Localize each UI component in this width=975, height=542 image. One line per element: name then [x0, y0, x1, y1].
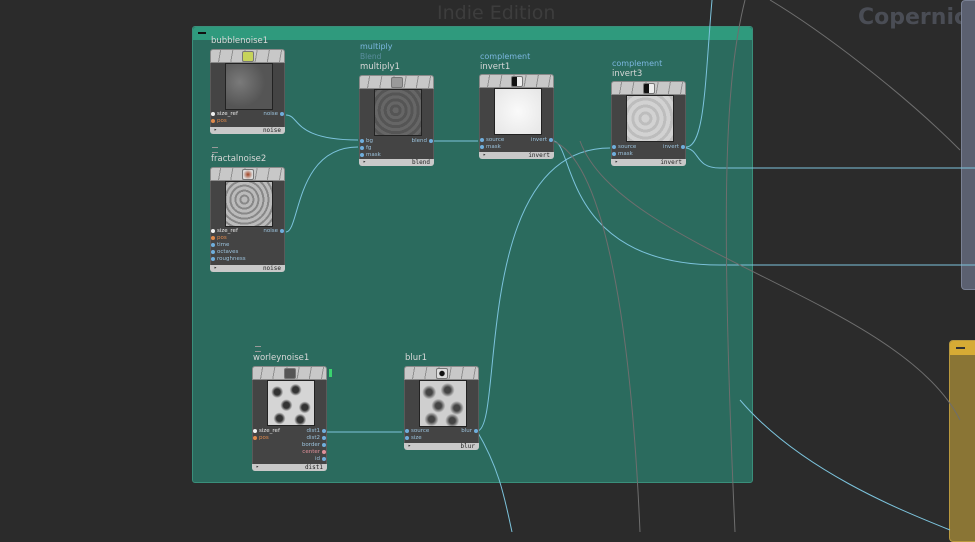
- node-name[interactable]: invert1: [480, 62, 510, 72]
- wire-invert3-to-right: [685, 147, 975, 169]
- node-bubblenoise1[interactable]: bubblenoise1 size_ref pos noise noise: [210, 36, 285, 136]
- node-name[interactable]: multiply1: [360, 62, 400, 72]
- node-name[interactable]: invert3: [612, 69, 642, 79]
- comment-icon: [255, 346, 261, 352]
- output-blend[interactable]: blend: [412, 138, 433, 144]
- input-size-ref[interactable]: size_ref: [211, 111, 238, 117]
- wire-blur-to-invert3: [476, 147, 611, 432]
- node-header[interactable]: [611, 81, 686, 95]
- node-body[interactable]: size_ref pos time octaves roughness nois…: [210, 181, 285, 266]
- output-noise[interactable]: noise: [263, 228, 284, 234]
- input-mask[interactable]: mask: [612, 151, 633, 157]
- node-worleynoise1[interactable]: worleynoise1 size_ref pos dist1 dist2 bo…: [252, 353, 332, 473]
- input-mask[interactable]: mask: [360, 152, 381, 158]
- node-name[interactable]: worleynoise1: [253, 353, 309, 363]
- wire-blur-down: [476, 430, 513, 532]
- node-type: complement: [612, 59, 663, 68]
- wire-gray-2: [579, 140, 961, 421]
- node-footer[interactable]: invert: [479, 152, 554, 159]
- output-dist1[interactable]: dist1: [306, 428, 326, 434]
- node-header[interactable]: [210, 49, 285, 63]
- output-center[interactable]: center: [302, 449, 326, 455]
- sphere-icon: [241, 169, 254, 180]
- node-body[interactable]: size_ref pos dist1 dist2 border center i…: [252, 380, 327, 465]
- noise-preview: [225, 63, 273, 110]
- comment-icon: [212, 147, 218, 153]
- wire-gray-4: [769, 0, 961, 151]
- output-border[interactable]: border: [302, 442, 326, 448]
- node-footer[interactable]: blur: [404, 443, 479, 450]
- node-header[interactable]: [210, 167, 285, 181]
- node-header[interactable]: [359, 75, 434, 89]
- node-footer[interactable]: blend: [359, 159, 434, 166]
- node-subtype: Blend: [360, 52, 382, 61]
- node-header[interactable]: [404, 366, 479, 380]
- input-octaves[interactable]: octaves: [211, 249, 238, 255]
- output-noise[interactable]: noise: [263, 111, 284, 117]
- input-source[interactable]: source: [612, 144, 636, 150]
- input-pos[interactable]: pos: [253, 435, 269, 441]
- node-multiply1[interactable]: multiply Blend multiply1 bg fg mask blen…: [359, 42, 434, 167]
- output-invert[interactable]: invert: [531, 137, 553, 143]
- output-dist2[interactable]: dist2: [306, 435, 326, 441]
- input-pos[interactable]: pos: [211, 118, 227, 124]
- input-source[interactable]: source: [480, 137, 504, 143]
- input-roughness[interactable]: roughness: [211, 256, 246, 262]
- input-fg[interactable]: fg: [360, 145, 371, 151]
- input-mask[interactable]: mask: [480, 144, 501, 150]
- output-blur[interactable]: blur: [461, 428, 478, 434]
- node-blur1[interactable]: blur1 source size blur blur: [404, 353, 479, 453]
- node-body[interactable]: source mask invert: [479, 88, 554, 152]
- wire-gray-1: [552, 140, 641, 532]
- output-id[interactable]: id: [315, 456, 326, 462]
- input-time[interactable]: time: [211, 242, 229, 248]
- output-invert[interactable]: invert: [663, 144, 685, 150]
- node-fractalnoise2[interactable]: fractalnoise2 size_ref pos time octaves …: [210, 154, 285, 274]
- node-body[interactable]: bg fg mask blend: [359, 89, 434, 159]
- node-body[interactable]: source mask invert: [611, 95, 686, 159]
- node-body[interactable]: source size blur: [404, 380, 479, 444]
- blur-icon: [435, 368, 448, 379]
- node-type: complement: [480, 52, 531, 61]
- node-name[interactable]: blur1: [405, 353, 427, 363]
- node-footer[interactable]: noise: [210, 127, 285, 134]
- invert-preview: [494, 88, 542, 135]
- input-bg[interactable]: bg: [360, 138, 373, 144]
- node-footer[interactable]: noise: [210, 265, 285, 272]
- node-type: multiply: [360, 42, 393, 51]
- wire-fractal-to-multiply: [285, 146, 359, 233]
- input-size-ref[interactable]: size_ref: [211, 228, 238, 234]
- blend-preview: [374, 89, 422, 136]
- invert-preview: [626, 95, 674, 142]
- node-name[interactable]: fractalnoise2: [211, 154, 266, 164]
- noise-preview: [225, 181, 273, 227]
- input-pos[interactable]: pos: [211, 235, 227, 241]
- node-invert1[interactable]: complement invert1 source mask invert in…: [479, 52, 554, 160]
- input-size[interactable]: size: [405, 435, 422, 441]
- node-body[interactable]: size_ref pos noise: [210, 63, 285, 128]
- bubble-icon: [241, 51, 254, 62]
- invert-icon: [510, 76, 523, 87]
- cube-icon: [390, 77, 403, 88]
- worley-icon: [283, 368, 296, 379]
- node-header[interactable]: [252, 366, 327, 380]
- worley-preview: [267, 380, 315, 426]
- blur-preview: [419, 380, 467, 427]
- node-invert3[interactable]: complement invert3 source mask invert in…: [611, 59, 686, 167]
- wire-bubble-to-multiply: [285, 114, 359, 141]
- node-footer[interactable]: dist1: [252, 464, 327, 471]
- node-header[interactable]: [479, 74, 554, 88]
- node-footer[interactable]: invert: [611, 159, 686, 166]
- wire-right-down: [739, 399, 951, 531]
- input-size-ref[interactable]: size_ref: [253, 428, 280, 434]
- input-source[interactable]: source: [405, 428, 429, 434]
- wire-invert3-up: [685, 0, 713, 148]
- invert-icon: [642, 83, 655, 94]
- display-flag-icon[interactable]: [329, 369, 332, 377]
- node-name[interactable]: bubblenoise1: [211, 36, 268, 46]
